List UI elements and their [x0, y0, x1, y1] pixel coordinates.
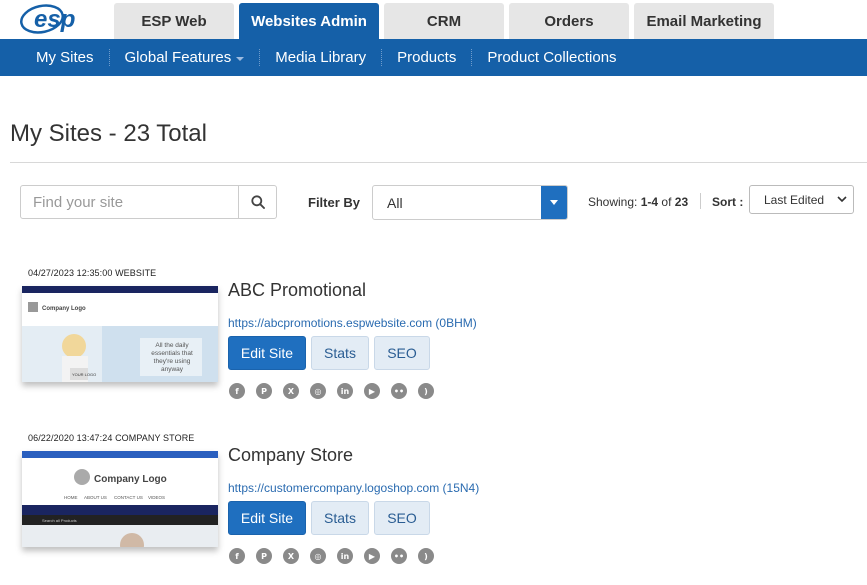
pinterest-icon[interactable]: P [256, 383, 272, 399]
site-name: Company Store [228, 445, 354, 465]
filter-label: Filter By [308, 195, 361, 210]
tab-orders[interactable]: Orders [509, 3, 629, 39]
social-links: f P X ◎ in ▶ •• ) [229, 548, 434, 564]
thumb-tagline: All the daily essentials that they're us… [151, 342, 193, 373]
edit-site-button[interactable]: Edit Site [228, 336, 306, 370]
youtube-icon[interactable]: ▶ [364, 548, 380, 564]
thumb-logo-text: Company Logo [94, 474, 167, 485]
rss-icon[interactable]: ) [418, 383, 434, 399]
x-icon[interactable]: X [283, 548, 299, 564]
site-thumbnail[interactable]: Company Logo All the daily essentials th… [22, 286, 218, 382]
seo-button[interactable]: SEO [374, 336, 430, 370]
showing-prefix: Showing: [588, 195, 638, 209]
youtube-icon[interactable]: ▶ [364, 383, 380, 399]
subnav-media-library-label: Media Library [275, 49, 367, 66]
tab-websites-admin[interactable]: Websites Admin [239, 3, 379, 39]
showing-total: 23 [674, 195, 689, 209]
tab-esp-web[interactable]: ESP Web [114, 3, 234, 39]
filter-value: All [387, 194, 403, 211]
showing-count: Showing: 1-4 of 23 [588, 195, 688, 209]
subnav-my-sites[interactable]: My Sites [0, 49, 109, 66]
site-preview-image: Company Logo HOME ABOUT US CONTACT US VI… [22, 451, 218, 547]
sub-navigation: My Sites Global Features Media Library P… [0, 39, 867, 76]
search-input[interactable] [21, 186, 238, 218]
tab-crm[interactable]: CRM [384, 3, 504, 39]
site-edited-meta: 06/22/2020 13:47:24 COMPANY STORE [28, 433, 195, 443]
top-bar: esp ESP Web Websites Admin CRM Orders Em… [0, 0, 867, 39]
stats-button[interactable]: Stats [311, 501, 369, 535]
thumb-nav-contact: CONTACT US [114, 495, 143, 500]
linkedin-icon[interactable]: in [337, 548, 353, 564]
social-links: f P X ◎ in ▶ •• ) [229, 383, 434, 399]
chevron-down-icon [236, 56, 245, 61]
site-edited-meta: 04/27/2023 12:35:00 WEBSITE [28, 268, 157, 278]
instagram-icon[interactable]: ◎ [310, 548, 326, 564]
showing-range: 1-4 [640, 195, 659, 209]
thumb-secondary-logo: YOUR LOGO [72, 372, 96, 377]
flickr-icon[interactable]: •• [391, 548, 407, 564]
subnav-products[interactable]: Products [381, 49, 471, 66]
filter-select[interactable]: All [372, 185, 568, 220]
subnav-products-label: Products [397, 49, 457, 66]
subnav-media-library[interactable]: Media Library [259, 49, 381, 66]
site-card: 06/22/2020 13:47:24 COMPANY STORE Compan… [0, 433, 867, 585]
x-icon[interactable]: X [283, 383, 299, 399]
thumb-logo-text: Company Logo [42, 306, 86, 312]
seo-button[interactable]: SEO [374, 501, 430, 535]
chevron-down-icon [837, 196, 847, 203]
separator [700, 193, 701, 209]
thumb-nav-videos: VIDEOS [148, 495, 165, 500]
chevron-down-icon [550, 200, 558, 205]
facebook-icon[interactable]: f [229, 383, 245, 399]
site-name: ABC Promotional [228, 280, 367, 300]
site-thumbnail[interactable]: Company Logo HOME ABOUT US CONTACT US VI… [22, 451, 218, 547]
subnav-global-features[interactable]: Global Features [108, 49, 260, 66]
divider [10, 162, 867, 163]
subnav-my-sites-label: My Sites [36, 49, 94, 66]
site-url-link[interactable]: https://abcpromotions.espwebsite.com (0B… [228, 316, 477, 330]
facebook-icon[interactable]: f [229, 548, 245, 564]
tab-email-marketing[interactable]: Email Marketing [634, 3, 774, 39]
sort-label: Sort : [712, 195, 744, 209]
logo-text: esp [34, 6, 75, 33]
thumb-nav-about: ABOUT US [84, 495, 107, 500]
flickr-icon[interactable]: •• [391, 383, 407, 399]
sort-select[interactable]: Last Edited [749, 185, 854, 214]
site-card: 04/27/2023 12:35:00 WEBSITE Company Logo… [0, 268, 867, 428]
site-preview-image: Company Logo All the daily essentials th… [22, 286, 218, 382]
linkedin-icon[interactable]: in [337, 383, 353, 399]
thumb-search-text: Search all Products [42, 518, 77, 523]
site-url-link[interactable]: https://customercompany.logoshop.com (15… [228, 481, 479, 495]
subnav-product-collections[interactable]: Product Collections [471, 49, 631, 66]
page-title: My Sites - 23 Total [10, 120, 207, 147]
showing-of: of [661, 195, 672, 209]
search-icon [250, 195, 265, 209]
search-button[interactable] [238, 186, 276, 218]
rss-icon[interactable]: ) [418, 548, 434, 564]
subnav-global-features-label: Global Features [124, 49, 232, 66]
thumb-nav-home: HOME [64, 495, 78, 500]
esp-logo[interactable]: esp [20, 4, 98, 34]
pinterest-icon[interactable]: P [256, 548, 272, 564]
search-box [20, 185, 277, 219]
sort-value: Last Edited [764, 192, 825, 207]
stats-button[interactable]: Stats [311, 336, 369, 370]
instagram-icon[interactable]: ◎ [310, 383, 326, 399]
edit-site-button[interactable]: Edit Site [228, 501, 306, 535]
subnav-product-collections-label: Product Collections [487, 49, 617, 66]
filter-dropdown-button[interactable] [541, 186, 567, 219]
